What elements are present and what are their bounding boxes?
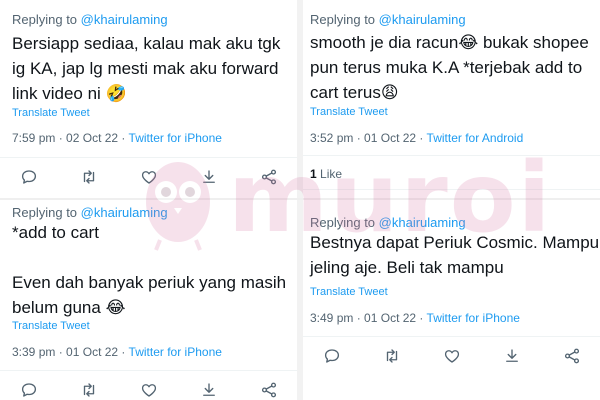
tweet-date: 01 Oct 22 xyxy=(364,131,417,145)
likes-label: Like xyxy=(320,167,343,181)
reply-icon[interactable] xyxy=(18,166,40,188)
meta-separator: · xyxy=(419,131,424,145)
meta-separator: · xyxy=(419,311,424,325)
retweet-icon[interactable] xyxy=(78,166,100,188)
likes-number: 1 xyxy=(310,167,317,181)
tweet-meta: 3:49 pm · 01 Oct 22 · Twitter for iPhone xyxy=(310,311,520,325)
download-icon[interactable] xyxy=(198,166,220,188)
replying-prefix: Replying to xyxy=(310,215,376,230)
like-count[interactable]: 1 Like xyxy=(310,167,342,181)
tweet-text: Bersiapp sediaa, kalau mak aku tgk ig KA… xyxy=(12,34,281,103)
meta-separator: · xyxy=(356,131,361,145)
meta-separator: · xyxy=(121,131,126,145)
divider xyxy=(303,336,600,337)
tweet-card: Replying to @khairulaming smooth je dia … xyxy=(303,0,600,200)
panel-divider-horizontal xyxy=(0,198,600,200)
handle-link[interactable]: @khairulaming xyxy=(81,205,168,220)
handle-link[interactable]: @khairulaming xyxy=(379,12,466,27)
handle-link[interactable]: @khairulaming xyxy=(81,12,168,27)
reply-icon[interactable] xyxy=(321,345,343,367)
retweet-icon[interactable] xyxy=(78,379,100,400)
panel-divider-vertical xyxy=(297,0,303,400)
download-icon[interactable] xyxy=(198,379,220,400)
tweet-time: 7:59 pm xyxy=(12,131,56,145)
replying-to: Replying to @khairulaming xyxy=(310,215,466,230)
retweet-icon[interactable] xyxy=(381,345,403,367)
replying-prefix: Replying to xyxy=(310,12,376,27)
tweet-actions xyxy=(321,345,583,367)
meta-separator: · xyxy=(356,311,361,325)
share-icon[interactable] xyxy=(258,379,280,400)
like-icon[interactable] xyxy=(138,379,160,400)
tweet-actions xyxy=(18,166,280,188)
divider xyxy=(0,370,297,371)
divider xyxy=(303,189,600,190)
tweet-meta: 3:52 pm · 01 Oct 22 · Twitter for Androi… xyxy=(310,131,523,145)
tweet-source[interactable]: Twitter for iPhone xyxy=(129,345,222,359)
tweet-source[interactable]: Twitter for Android xyxy=(427,131,524,145)
replying-prefix: Replying to xyxy=(12,205,78,220)
tweet-text: Bestnya dapat Periuk Cosmic. Mampu jelin… xyxy=(310,233,600,277)
translate-tweet-link[interactable]: Translate Tweet xyxy=(12,320,90,332)
divider xyxy=(303,155,600,156)
replying-to: Replying to @khairulaming xyxy=(12,12,168,27)
share-icon[interactable] xyxy=(561,345,583,367)
tweet-text: *add to cart Even dah banyak periuk yang… xyxy=(12,223,287,317)
tweet-source[interactable]: Twitter for iPhone xyxy=(129,131,222,145)
divider xyxy=(0,157,297,158)
tweet-actions xyxy=(18,379,280,400)
tweet-collage: Replying to @khairulaming Bersiapp sedia… xyxy=(0,0,600,400)
reply-icon[interactable] xyxy=(18,379,40,400)
meta-separator: · xyxy=(58,345,63,359)
translate-tweet-link[interactable]: Translate Tweet xyxy=(310,286,388,298)
replying-to: Replying to @khairulaming xyxy=(310,12,466,27)
translate-tweet-link[interactable]: Translate Tweet xyxy=(12,107,90,119)
tweet-source[interactable]: Twitter for iPhone xyxy=(427,311,520,325)
meta-separator: · xyxy=(121,345,126,359)
like-icon[interactable] xyxy=(138,166,160,188)
tweet-card: Replying to @khairulaming Bersiapp sedia… xyxy=(0,0,297,200)
tweet-card: Replying to @khairulaming Bestnya dapat … xyxy=(303,200,600,400)
tweet-date: 01 Oct 22 xyxy=(364,311,417,325)
tweet-time: 3:52 pm xyxy=(310,131,354,145)
tweet-time: 3:39 pm xyxy=(12,345,56,359)
tweet-meta: 7:59 pm · 02 Oct 22 · Twitter for iPhone xyxy=(12,131,222,145)
tweet-meta: 3:39 pm · 01 Oct 22 · Twitter for iPhone xyxy=(12,345,222,359)
download-icon[interactable] xyxy=(501,345,523,367)
tweet-date: 02 Oct 22 xyxy=(66,131,119,145)
tweet-date: 01 Oct 22 xyxy=(66,345,119,359)
like-icon[interactable] xyxy=(441,345,463,367)
replying-to: Replying to @khairulaming xyxy=(12,205,168,220)
handle-link[interactable]: @khairulaming xyxy=(379,215,466,230)
tweet-card: Replying to @khairulaming *add to cart E… xyxy=(0,200,297,400)
tweet-time: 3:49 pm xyxy=(310,311,354,325)
share-icon[interactable] xyxy=(258,166,280,188)
meta-separator: · xyxy=(58,131,63,145)
translate-tweet-link[interactable]: Translate Tweet xyxy=(310,106,388,118)
replying-prefix: Replying to xyxy=(12,12,78,27)
tweet-text: smooth je dia racun😂 bukak shopee pun te… xyxy=(310,33,589,102)
